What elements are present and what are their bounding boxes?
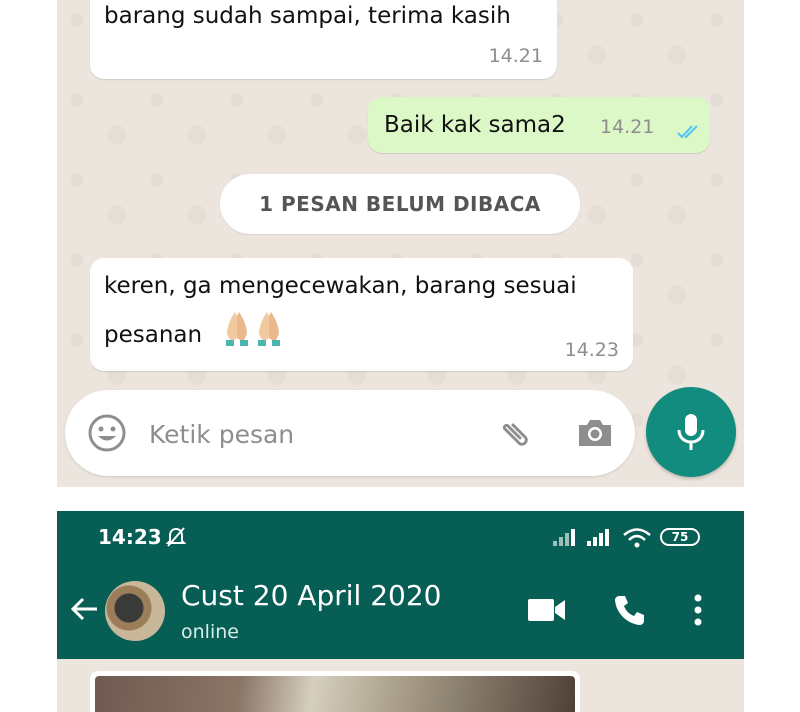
signal-icon xyxy=(585,529,613,551)
message-time: 14.21 xyxy=(600,116,655,138)
message-outgoing[interactable]: Baik kak sama2 14.21 xyxy=(368,97,710,153)
chat-screen-top: barang sudah sampai, terima kasih 14.21 … xyxy=(57,0,744,487)
battery-icon: 75 xyxy=(660,528,700,546)
mute-bell-icon xyxy=(165,526,187,552)
camera-icon[interactable] xyxy=(575,413,615,453)
microphone-icon xyxy=(677,414,705,450)
signal-icon xyxy=(551,529,579,551)
read-ticks-icon xyxy=(676,114,702,155)
message-input[interactable] xyxy=(147,412,471,456)
message-time: 14.21 xyxy=(488,45,543,67)
microphone-button[interactable] xyxy=(646,387,736,477)
status-bar: 14:23 75 xyxy=(57,511,744,563)
video-call-icon[interactable] xyxy=(527,597,567,627)
message-composer xyxy=(65,390,635,476)
message-incoming[interactable]: keren, ga mengecewakan, barang sesuai pe… xyxy=(90,258,633,371)
contact-status: online xyxy=(181,621,239,643)
emoji-icon[interactable] xyxy=(87,413,127,453)
phone-icon[interactable] xyxy=(613,593,647,631)
unread-messages-banner: 1 PESAN BELUM DIBACA xyxy=(220,174,580,234)
status-time: 14:23 xyxy=(98,525,162,549)
media-message[interactable] xyxy=(90,671,580,712)
chat-screen-bottom: 14:23 75 Cust 20 April 2020 online xyxy=(57,511,744,712)
message-incoming[interactable]: barang sudah sampai, terima kasih 14.21 xyxy=(90,0,557,79)
message-text: Baik kak sama2 xyxy=(384,112,566,138)
back-arrow-icon[interactable] xyxy=(69,593,101,629)
paperclip-icon[interactable] xyxy=(493,413,533,453)
message-text-wrap: keren, ga mengecewakan, barang sesuai pe… xyxy=(104,264,619,363)
message-time: 14.23 xyxy=(564,339,619,361)
folded-hands-emoji-icon xyxy=(221,308,285,363)
wifi-icon xyxy=(622,527,652,553)
contact-name[interactable]: Cust 20 April 2020 xyxy=(181,579,441,612)
message-text: keren, ga mengecewakan, barang sesuai pe… xyxy=(104,273,577,348)
photo-thumbnail xyxy=(95,676,575,712)
chat-header: Cust 20 April 2020 online xyxy=(57,563,744,659)
avatar[interactable] xyxy=(105,581,165,641)
message-text: barang sudah sampai, terima kasih xyxy=(104,3,511,29)
more-vert-icon[interactable] xyxy=(693,593,703,631)
